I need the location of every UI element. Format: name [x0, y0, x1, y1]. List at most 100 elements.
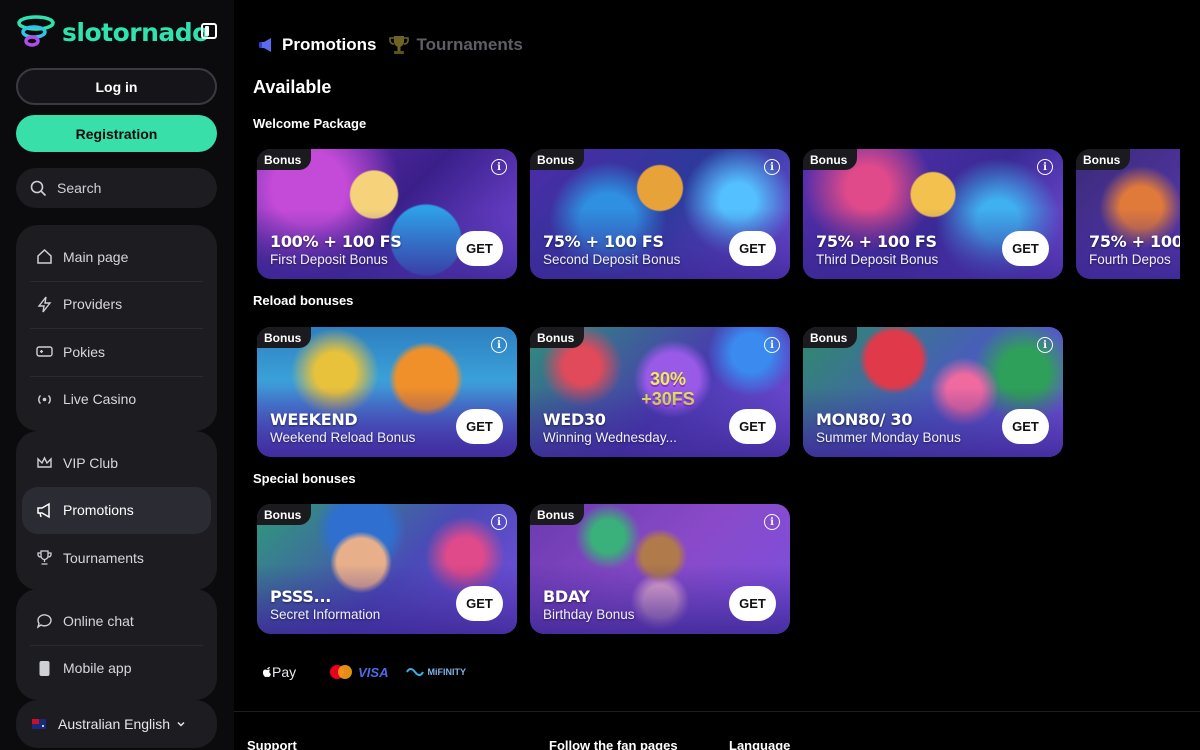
bonus-subtitle: Birthday Bonus	[543, 607, 635, 622]
mifinity-label: MiFINITY	[427, 667, 466, 677]
section-title-reload: Reload bonuses	[253, 293, 354, 308]
home-icon	[37, 249, 52, 264]
megaphone-icon	[37, 502, 50, 519]
australia-flag-icon	[32, 719, 46, 729]
sidebar-item-pokies[interactable]: Pokies	[22, 328, 211, 376]
trophy-icon	[389, 36, 410, 54]
bonus-card[interactable]: Bonus i MON80/ 30 Summer Monday Bonus GE…	[803, 327, 1063, 457]
info-icon[interactable]: i	[764, 337, 780, 353]
tab-tournaments[interactable]: Tournaments	[388, 34, 523, 56]
sidebar-item-vip-club[interactable]: VIP Club	[22, 439, 211, 487]
get-bonus-button[interactable]: GET	[456, 586, 503, 621]
get-bonus-button[interactable]: GET	[456, 231, 503, 266]
bonus-card[interactable]: Bonus 75% + 100 Fourth Depos	[1076, 149, 1180, 279]
bonus-title: PSSS...	[270, 587, 331, 606]
footer-language-heading: Language	[729, 738, 791, 750]
bonus-subtitle: Weekend Reload Bonus	[270, 430, 416, 445]
sidebar: slotornado Log in Registration Search Ma…	[0, 0, 234, 750]
bonus-subtitle: Summer Monday Bonus	[816, 430, 961, 445]
bonus-card[interactable]: Bonus i 75% + 100 FS Third Deposit Bonus…	[803, 149, 1063, 279]
bonus-card[interactable]: Bonus i BDAY Birthday Bonus GET	[530, 504, 790, 634]
info-icon[interactable]: i	[1037, 337, 1053, 353]
tab-label: Promotions	[282, 35, 377, 54]
sidebar-item-main-page[interactable]: Main page	[22, 233, 211, 281]
info-icon[interactable]: i	[491, 337, 507, 353]
info-icon[interactable]: i	[491, 514, 507, 530]
collapse-sidebar-icon[interactable]	[201, 23, 217, 39]
sidebar-item-mobile-app[interactable]: Mobile app	[22, 644, 211, 693]
mastercard-logo-icon	[330, 665, 353, 679]
payment-methods: Pay VISA MiFINITY	[262, 664, 466, 680]
bonus-title: BDAY	[543, 587, 590, 606]
sidebar-item-live-casino[interactable]: Live Casino	[22, 375, 211, 424]
gamepad-icon	[36, 346, 53, 357]
get-bonus-button[interactable]: GET	[729, 409, 776, 444]
language-select[interactable]: Australian English	[16, 700, 217, 748]
bonus-badge: Bonus	[530, 327, 585, 348]
promo-tabs: Promotions Tournaments	[258, 34, 535, 56]
search-placeholder: Search	[57, 180, 102, 196]
sidebar-item-label: Pokies	[63, 343, 106, 360]
registration-button[interactable]: Registration	[16, 115, 217, 152]
get-bonus-button[interactable]: GET	[1002, 231, 1049, 266]
footer-divider	[234, 711, 1200, 712]
language-label: Australian English	[58, 716, 171, 732]
bonus-card[interactable]: Bonus i 75% + 100 FS Second Deposit Bonu…	[530, 149, 790, 279]
sidebar-item-providers[interactable]: Providers	[22, 280, 211, 329]
get-bonus-button[interactable]: GET	[1002, 409, 1049, 444]
login-button[interactable]: Log in	[16, 68, 217, 105]
bonus-card[interactable]: Bonus i 100% + 100 FS First Deposit Bonu…	[257, 149, 517, 279]
bonus-card[interactable]: Bonus i PSSS... Secret Information GET	[257, 504, 517, 634]
trophy-icon	[37, 550, 52, 565]
get-bonus-button[interactable]: GET	[729, 586, 776, 621]
info-icon[interactable]: i	[764, 159, 780, 175]
sidebar-item-tournaments[interactable]: Tournaments	[22, 534, 211, 582]
info-icon[interactable]: i	[764, 514, 780, 530]
bonus-badge: Bonus	[257, 327, 312, 348]
mifinity-icon	[406, 668, 425, 676]
sidebar-item-label: Live Casino	[63, 391, 137, 408]
get-bonus-button[interactable]: GET	[729, 231, 776, 266]
info-icon[interactable]: i	[1037, 159, 1053, 175]
bonus-subtitle: First Deposit Bonus	[270, 252, 388, 267]
sidebar-item-label: Online chat	[63, 612, 134, 629]
bonus-badge: Bonus	[530, 504, 585, 525]
crown-icon	[37, 456, 52, 468]
apple-pay-label: Pay	[272, 664, 297, 680]
bonus-title: 75% + 100 FS	[816, 232, 937, 251]
info-icon[interactable]: i	[491, 159, 507, 175]
page-title: Available	[253, 77, 332, 97]
apple-pay-logo: Pay	[262, 664, 296, 680]
nav-group-games: Main page Providers Pokies Live Casino	[16, 225, 217, 431]
bonus-card[interactable]: 30% +30FS Bonus i WED30 Winning Wednesda…	[530, 327, 790, 457]
bonus-title: WED30	[543, 410, 606, 429]
bonus-card[interactable]: Bonus i WEEKEND Weekend Reload Bonus GET	[257, 327, 517, 457]
sidebar-item-promotions[interactable]: Promotions	[22, 486, 211, 534]
tab-promotions[interactable]: Promotions	[258, 35, 376, 55]
search-input[interactable]: Search	[16, 168, 217, 208]
bonus-card-partial[interactable]: Bonus 75% + 100 Fourth Depos	[1076, 149, 1180, 279]
bonus-subtitle: Winning Wednesday...	[543, 430, 677, 445]
section-title-special: Special bonuses	[253, 471, 356, 486]
apple-icon	[263, 667, 271, 678]
sidebar-item-label: Providers	[63, 296, 123, 313]
brand-name: slotornado	[62, 17, 209, 47]
sidebar-item-label: Main page	[63, 248, 129, 265]
footer-support-heading: Support	[247, 738, 297, 750]
bonus-subtitle: Second Deposit Bonus	[543, 252, 681, 267]
sidebar-item-online-chat[interactable]: Online chat	[22, 597, 211, 645]
section-title-welcome: Welcome Package	[253, 116, 367, 131]
search-icon	[30, 180, 47, 196]
bonus-title: 75% + 100 FS	[543, 232, 664, 251]
bonus-subtitle: Secret Information	[270, 607, 381, 622]
brand-logo[interactable]: slotornado	[16, 14, 209, 50]
bonus-badge: Bonus	[257, 149, 312, 170]
sidebar-item-label: VIP Club	[63, 454, 118, 471]
chevron-down-icon	[177, 721, 185, 727]
get-bonus-button[interactable]: GET	[456, 409, 503, 444]
sidebar-item-label: Tournaments	[63, 549, 144, 566]
bonus-subtitle: Third Deposit Bonus	[816, 252, 939, 267]
footer-follow-heading: Follow the fan pages	[549, 738, 678, 750]
sidebar-item-label: Mobile app	[63, 660, 132, 677]
lightning-icon	[37, 296, 52, 313]
